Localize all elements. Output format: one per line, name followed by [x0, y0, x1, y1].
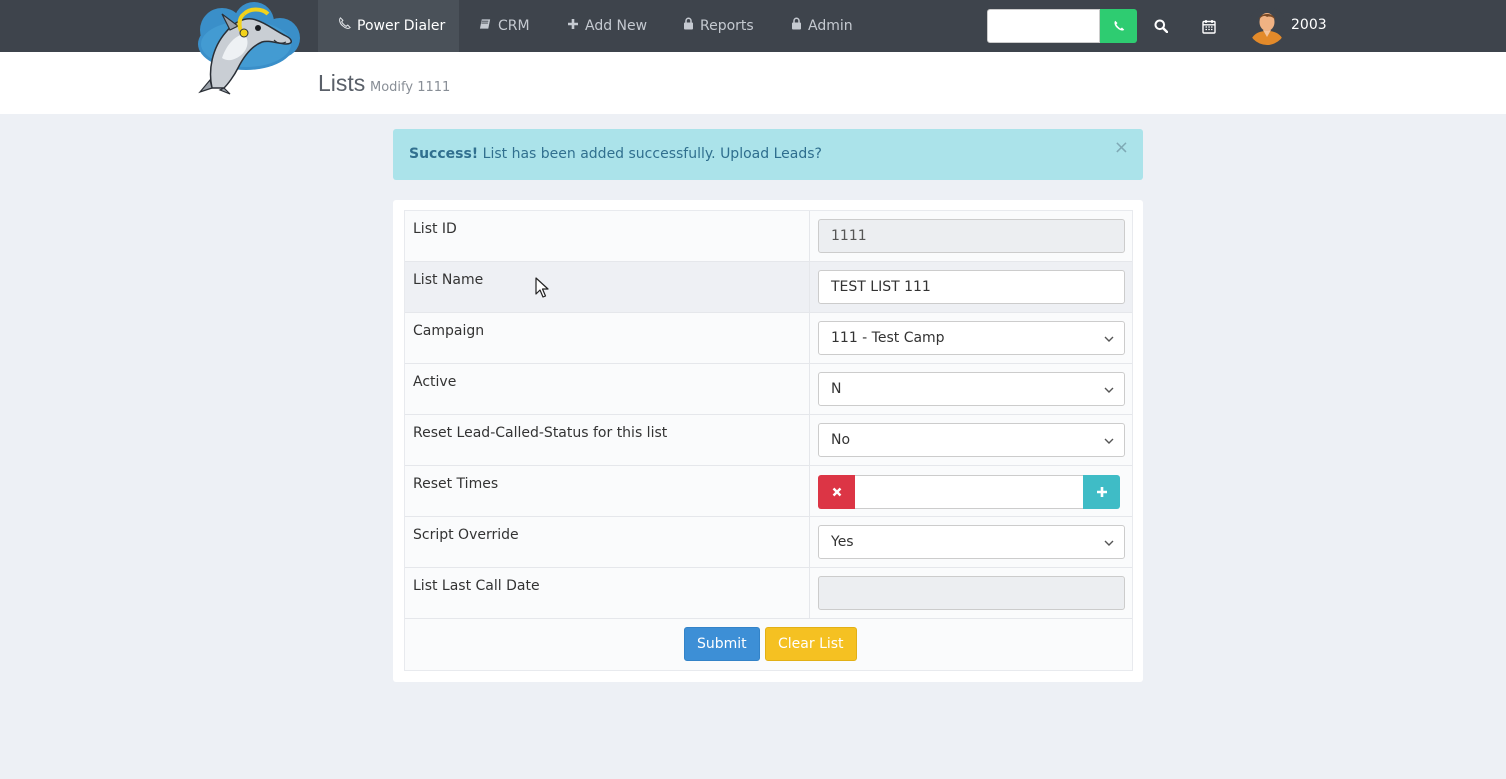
- list-name-input[interactable]: TEST LIST 111: [818, 270, 1125, 304]
- plus-icon: [1096, 487, 1107, 497]
- phone-handset-icon: [338, 1, 351, 53]
- last-call-date-label: List Last Call Date: [413, 578, 540, 594]
- table-row: Script Override Yes: [405, 517, 1132, 568]
- alert-message: List has been added successfully.: [482, 146, 716, 162]
- nav-label: Reports: [700, 18, 754, 34]
- divider: [809, 211, 810, 261]
- user-avatar-icon: [1250, 13, 1284, 45]
- dolphin-logo-icon: [198, 2, 300, 95]
- script-override-select-value: Yes: [831, 534, 854, 550]
- chevron-down-icon: [1104, 424, 1114, 456]
- form-actions: Submit Clear List: [405, 619, 1132, 670]
- user-name[interactable]: 2003: [1291, 0, 1327, 52]
- nav-label: CRM: [498, 18, 530, 34]
- reset-status-label: Reset Lead-Called-Status for this list: [413, 425, 668, 441]
- list-id-label: List ID: [413, 221, 457, 237]
- list-name-label: List Name: [413, 272, 484, 288]
- app-logo[interactable]: [182, 0, 306, 96]
- table-row: Campaign 111 - Test Camp: [405, 313, 1132, 364]
- list-form-card: List ID 1111 List Name TEST LIST 111 Cam…: [393, 200, 1143, 682]
- dial-number-input[interactable]: [987, 9, 1100, 43]
- nav-admin[interactable]: Admin: [791, 0, 853, 52]
- chevron-down-icon: [1104, 526, 1114, 558]
- reset-status-select-value: No: [831, 432, 851, 448]
- divider: [809, 568, 810, 618]
- calendar-button[interactable]: [1198, 15, 1220, 37]
- divider: [809, 262, 810, 312]
- divider: [809, 364, 810, 414]
- divider: [809, 466, 810, 516]
- close-icon[interactable]: ×: [1114, 139, 1129, 157]
- nav-add-new[interactable]: Add New: [567, 0, 647, 52]
- list-form-table: List ID 1111 List Name TEST LIST 111 Cam…: [404, 210, 1133, 671]
- submit-button[interactable]: Submit: [684, 627, 760, 661]
- reset-times-label: Reset Times: [413, 476, 499, 492]
- active-select[interactable]: N: [818, 372, 1125, 406]
- last-call-date-field: [818, 576, 1125, 610]
- table-row: List Last Call Date: [405, 568, 1132, 619]
- lock-icon: [791, 1, 802, 53]
- campaign-select[interactable]: 111 - Test Camp: [818, 321, 1125, 355]
- table-row: List ID 1111: [405, 211, 1132, 262]
- nav-label: Add New: [585, 18, 648, 34]
- nav-crm[interactable]: CRM: [479, 0, 530, 52]
- search-button[interactable]: [1150, 15, 1172, 37]
- page-title: Lists: [318, 70, 366, 96]
- remove-reset-time-button[interactable]: [818, 475, 855, 509]
- reset-time-input[interactable]: [855, 475, 1084, 509]
- close-icon: [832, 487, 841, 497]
- campaign-select-value: 111 - Test Camp: [831, 330, 945, 346]
- active-label: Active: [413, 374, 457, 390]
- phone-icon: [1114, 20, 1124, 31]
- reset-status-select[interactable]: No: [818, 423, 1125, 457]
- lock-icon: [683, 1, 694, 53]
- table-row: Active N: [405, 364, 1132, 415]
- add-reset-time-button[interactable]: [1083, 475, 1120, 509]
- call-button[interactable]: [1100, 9, 1137, 43]
- divider: [809, 415, 810, 465]
- table-row: Reset Lead-Called-Status for this list N…: [405, 415, 1132, 466]
- page-subtitle: Modify 1111: [370, 80, 451, 95]
- table-row: Reset Times: [405, 466, 1132, 517]
- table-row: List Name TEST LIST 111: [405, 262, 1132, 313]
- calendar-icon: [1202, 19, 1216, 34]
- divider: [809, 517, 810, 567]
- script-override-select[interactable]: Yes: [818, 525, 1125, 559]
- search-icon: [1154, 19, 1168, 33]
- avatar[interactable]: [1248, 7, 1286, 45]
- plus-icon: [567, 1, 579, 53]
- nav-label: Admin: [808, 18, 853, 34]
- book-icon: [479, 1, 492, 53]
- mouse-cursor-icon: [535, 277, 549, 298]
- upload-leads-link[interactable]: Upload Leads?: [720, 146, 822, 162]
- alert-strong: Success!: [409, 146, 479, 162]
- clear-list-button[interactable]: Clear List: [765, 627, 857, 661]
- nav-label: Power Dialer: [357, 18, 446, 34]
- chevron-down-icon: [1104, 322, 1114, 354]
- chevron-down-icon: [1104, 373, 1114, 405]
- campaign-label: Campaign: [413, 323, 485, 339]
- divider: [809, 313, 810, 363]
- nav-power-dialer[interactable]: Power Dialer: [318, 0, 459, 52]
- script-override-label: Script Override: [413, 527, 519, 543]
- list-id-field: 1111: [818, 219, 1125, 253]
- success-alert: Success! List has been added successfull…: [393, 129, 1143, 180]
- nav-reports[interactable]: Reports: [683, 0, 754, 52]
- active-select-value: N: [831, 381, 842, 397]
